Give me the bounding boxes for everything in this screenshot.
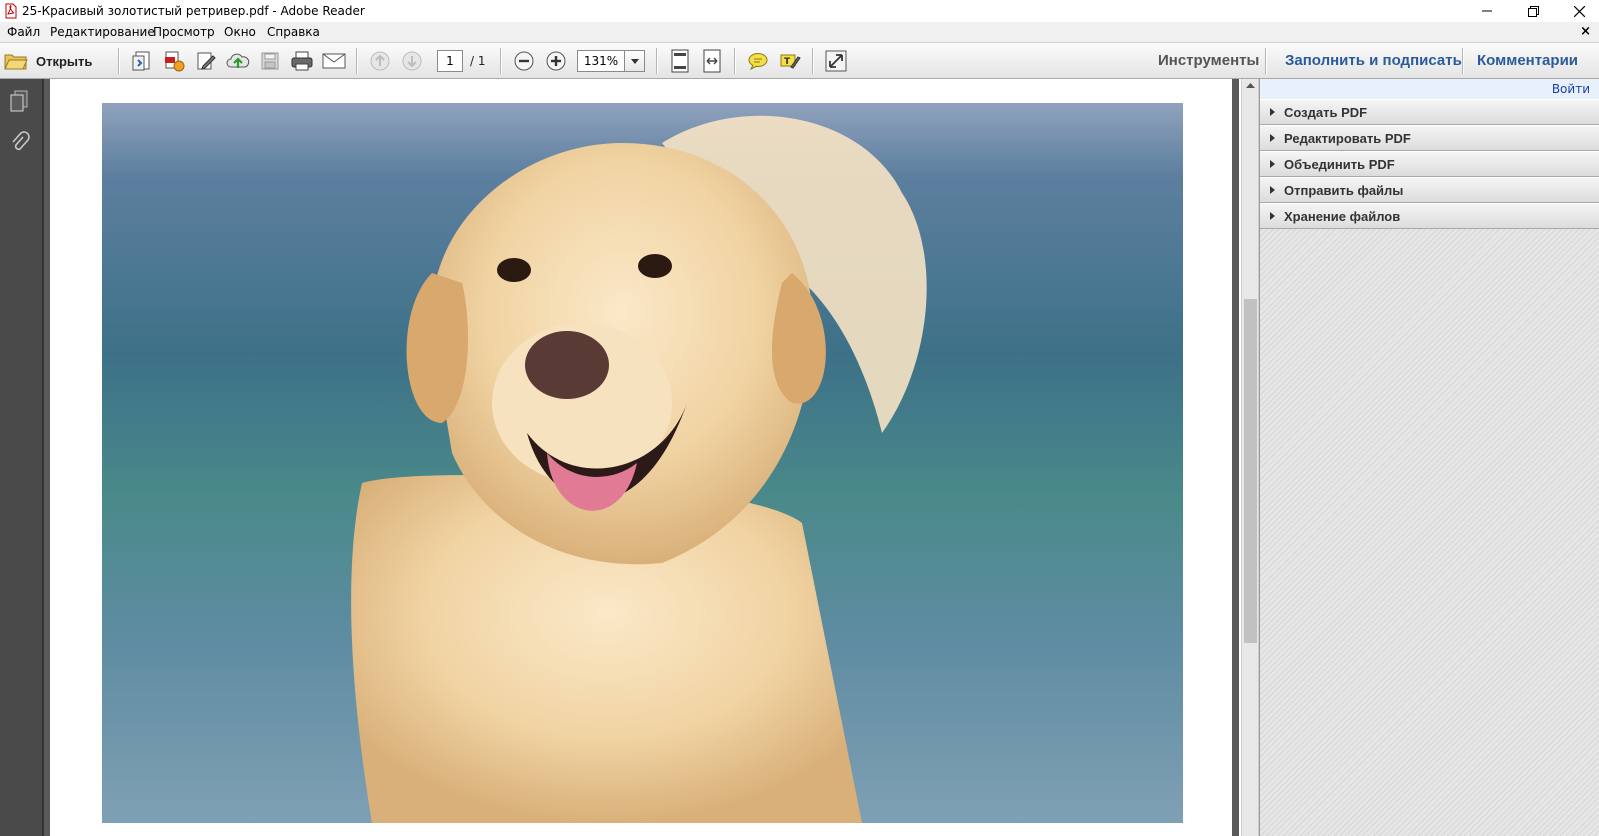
speech-bubble-icon bbox=[748, 53, 768, 71]
create-pdf-icon bbox=[132, 51, 150, 71]
close-document-button[interactable]: × bbox=[1580, 24, 1591, 39]
tools-panel: Войти Создать PDF Редактировать PDF Объе… bbox=[1259, 79, 1599, 836]
convert-pdf-button[interactable] bbox=[160, 48, 188, 74]
cloud-upload-icon bbox=[226, 53, 250, 68]
golden-retriever-photo bbox=[102, 103, 1183, 823]
section-file-storage[interactable]: Хранение файлов bbox=[1260, 203, 1599, 229]
pdf-page bbox=[50, 79, 1232, 836]
expand-triangle-icon bbox=[1270, 160, 1275, 168]
expand-triangle-icon bbox=[1270, 134, 1275, 142]
pages-panel-button[interactable] bbox=[9, 89, 31, 116]
zoom-dropdown-button[interactable] bbox=[625, 50, 645, 72]
sign-edit-icon bbox=[197, 52, 216, 70]
section-label: Объединить PDF bbox=[1284, 156, 1395, 172]
section-label: Хранение файлов bbox=[1284, 208, 1401, 224]
zoom-out-button[interactable] bbox=[510, 48, 538, 74]
fit-page-button[interactable] bbox=[666, 48, 694, 74]
attachments-panel-button[interactable] bbox=[10, 131, 30, 158]
create-pdf-button[interactable] bbox=[128, 48, 156, 74]
expand-triangle-icon bbox=[1270, 186, 1275, 194]
pages-icon bbox=[10, 90, 28, 112]
upload-button[interactable] bbox=[224, 48, 252, 74]
page-total-label: / 1 bbox=[470, 54, 486, 68]
open-button[interactable]: Открыть bbox=[4, 48, 92, 74]
arrow-down-circle-icon bbox=[402, 51, 422, 71]
window-title: 25-Красивый золотистый ретривер.pdf - Ad… bbox=[22, 4, 365, 18]
vertical-scrollbar[interactable] bbox=[1241, 79, 1259, 836]
folder-open-icon bbox=[4, 54, 28, 70]
tab-tools[interactable]: Инструменты bbox=[1158, 52, 1259, 69]
scroll-up-icon[interactable] bbox=[1246, 83, 1255, 88]
expand-icon bbox=[825, 50, 847, 72]
expand-triangle-icon bbox=[1270, 212, 1275, 220]
section-label: Создать PDF bbox=[1284, 104, 1368, 120]
toolbar-separator bbox=[118, 48, 119, 74]
close-icon bbox=[1573, 5, 1585, 17]
restore-icon bbox=[1527, 5, 1539, 17]
fit-width-button[interactable] bbox=[698, 48, 726, 74]
pdf-convert-icon bbox=[165, 51, 185, 72]
tab-comments[interactable]: Комментарии bbox=[1477, 52, 1578, 69]
section-edit-pdf[interactable]: Редактировать PDF bbox=[1260, 125, 1599, 151]
toolbar-separator bbox=[356, 48, 357, 74]
paperclip-icon bbox=[12, 131, 30, 151]
section-label: Отправить файлы bbox=[1284, 182, 1404, 198]
save-icon bbox=[261, 52, 279, 70]
title-bar: 25-Красивый золотистый ретривер.pdf - Ad… bbox=[0, 0, 1599, 22]
scrollbar-thumb[interactable] bbox=[1244, 299, 1257, 643]
chevron-down-icon bbox=[630, 58, 639, 64]
page-number-input[interactable]: 1 bbox=[437, 50, 463, 72]
menu-window[interactable]: Окно bbox=[224, 25, 256, 39]
save-button[interactable] bbox=[256, 48, 284, 74]
plus-circle-icon bbox=[546, 51, 566, 71]
section-combine-pdf[interactable]: Объединить PDF bbox=[1260, 151, 1599, 177]
email-button[interactable] bbox=[320, 48, 348, 74]
fit-width-icon bbox=[703, 49, 721, 73]
highlighter-icon: T bbox=[780, 54, 801, 69]
navigation-pane bbox=[0, 79, 44, 836]
document-viewer[interactable] bbox=[44, 79, 1239, 836]
expand-triangle-icon bbox=[1270, 108, 1275, 116]
menu-help[interactable]: Справка bbox=[267, 25, 320, 39]
fit-page-icon bbox=[671, 49, 689, 73]
arrow-up-circle-icon bbox=[370, 51, 390, 71]
add-comment-button[interactable] bbox=[744, 48, 772, 74]
envelope-icon bbox=[322, 53, 346, 69]
open-button-label: Открыть bbox=[36, 53, 93, 69]
edit-button[interactable] bbox=[192, 48, 220, 74]
svg-text:T: T bbox=[784, 57, 791, 67]
toolbar-separator bbox=[1265, 48, 1266, 74]
menu-bar: Файл Редактирование Просмотр Окно Справк… bbox=[0, 22, 1599, 42]
toolbar-separator bbox=[656, 48, 657, 74]
minimize-icon bbox=[1482, 10, 1492, 12]
toolbar-separator bbox=[500, 48, 501, 74]
close-button[interactable] bbox=[1556, 0, 1599, 22]
zoom-level-input[interactable]: 131% bbox=[577, 50, 625, 72]
highlight-text-button[interactable]: T bbox=[776, 48, 804, 74]
section-label: Редактировать PDF bbox=[1284, 130, 1411, 146]
adobe-pdf-icon bbox=[5, 3, 17, 19]
zoom-in-button[interactable] bbox=[542, 48, 570, 74]
tab-fill-sign[interactable]: Заполнить и подписать bbox=[1285, 52, 1462, 69]
menu-view[interactable]: Просмотр bbox=[153, 25, 215, 39]
printer-icon bbox=[291, 51, 313, 71]
login-bar: Войти bbox=[1260, 79, 1599, 100]
menu-edit[interactable]: Редактирование bbox=[50, 25, 155, 39]
toolbar-separator bbox=[812, 48, 813, 74]
login-link[interactable]: Войти bbox=[1552, 82, 1590, 96]
main-toolbar: Открыть 1 / 1 131% T Инструменты Заполни… bbox=[0, 42, 1599, 79]
previous-page-button[interactable] bbox=[366, 48, 394, 74]
dog-illustration bbox=[102, 103, 1183, 823]
full-screen-button[interactable] bbox=[822, 48, 850, 74]
minus-circle-icon bbox=[514, 51, 534, 71]
section-send-files[interactable]: Отправить файлы bbox=[1260, 177, 1599, 203]
toolbar-separator bbox=[734, 48, 735, 74]
next-page-button[interactable] bbox=[398, 48, 426, 74]
menu-file[interactable]: Файл bbox=[7, 25, 40, 39]
print-button[interactable] bbox=[288, 48, 316, 74]
section-create-pdf[interactable]: Создать PDF bbox=[1260, 99, 1599, 125]
restore-button[interactable] bbox=[1510, 0, 1556, 22]
minimize-button[interactable] bbox=[1464, 0, 1510, 22]
toolbar-separator bbox=[1462, 48, 1463, 74]
